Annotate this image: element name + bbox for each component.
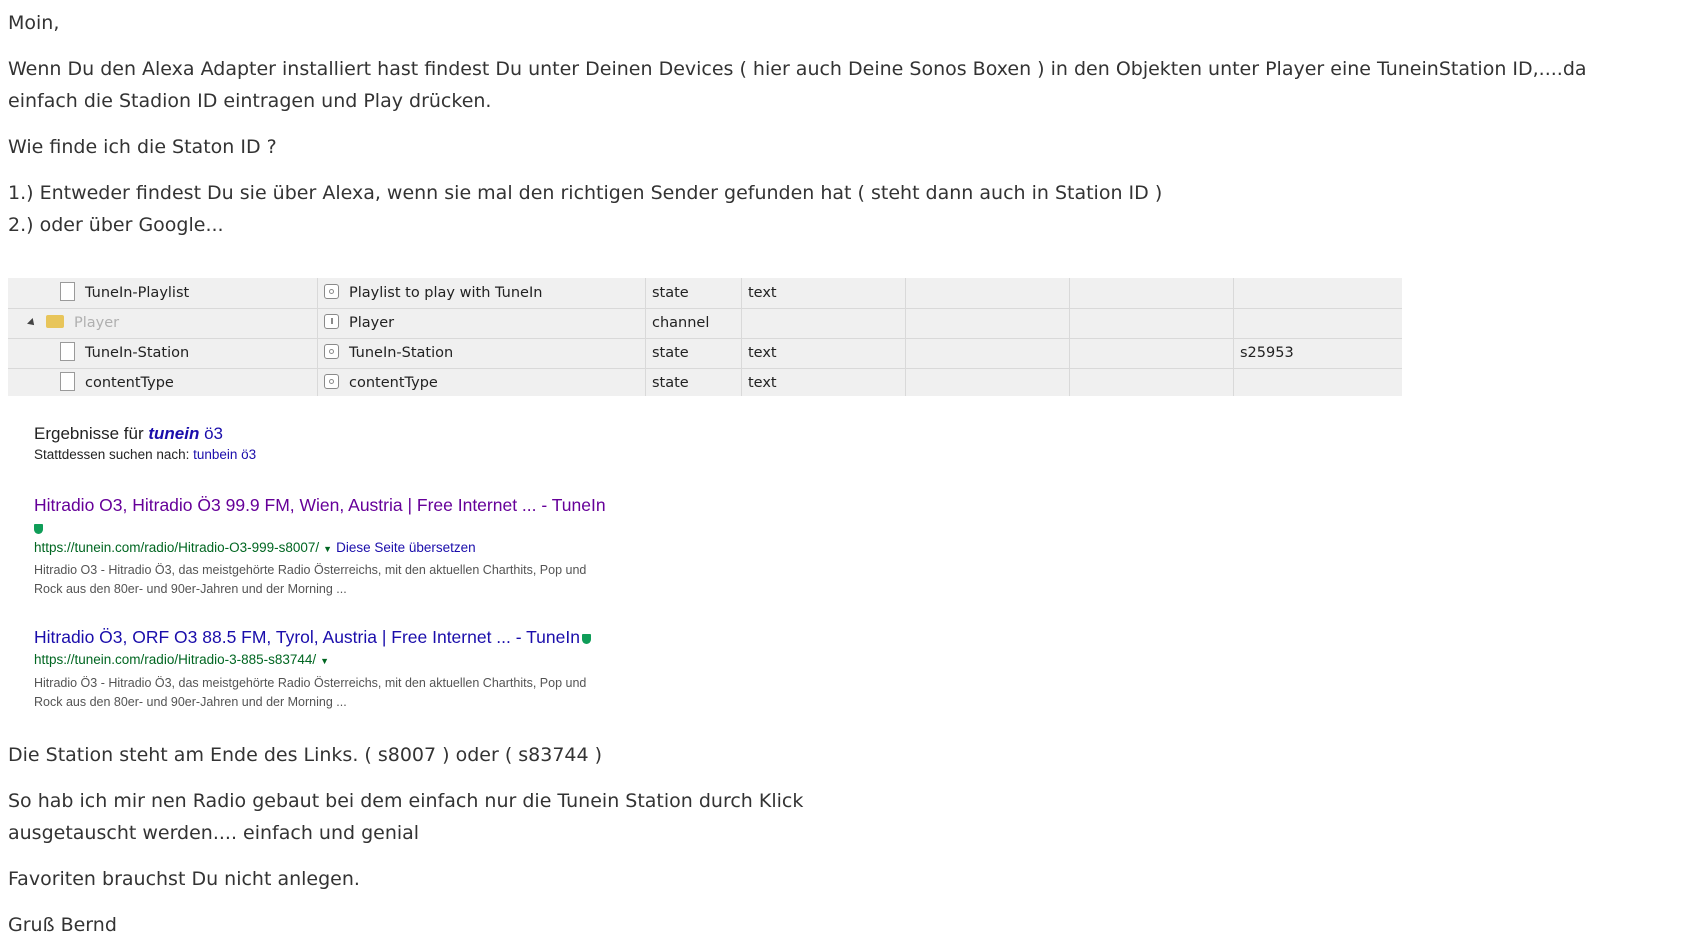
state-icon — [324, 283, 339, 299]
option1-text: 1.) Entweder findest Du sie über Alexa, … — [8, 182, 1163, 204]
greeting-text: Moin, — [8, 12, 60, 34]
file-icon — [60, 371, 75, 391]
radio-text-line2: ausgetauscht werden.... einfach und geni… — [8, 822, 420, 844]
object-role — [742, 308, 906, 338]
signature-text: Gruß Bernd — [8, 914, 117, 936]
object-row-player: Player Player channel — [8, 308, 1402, 339]
google-results-screenshot: Ergebnisse für tunein ö3 Stattdessen suc… — [34, 418, 674, 718]
result-snippet-line2: Rock aus den 80er- und 90er-Jahren und d… — [34, 582, 347, 596]
folder-icon — [46, 314, 64, 328]
object-role: text — [742, 278, 906, 308]
object-name: contentType — [85, 375, 174, 391]
expand-arrow-icon — [27, 318, 37, 328]
translate-page-link[interactable]: Diese Seite übersetzen — [336, 540, 476, 555]
state-icon — [324, 373, 339, 389]
state-icon — [324, 343, 339, 359]
file-icon — [60, 341, 75, 361]
object-type: state — [646, 368, 742, 396]
query-corrected[interactable]: tunein — [148, 424, 199, 443]
question-text: Wie finde ich die Staton ID ? — [8, 136, 277, 158]
object-tree-screenshot: TuneIn-Playlist Playlist to play with Tu… — [8, 278, 1402, 396]
object-type: channel — [646, 308, 742, 338]
object-label: Playlist to play with TuneIn — [349, 285, 543, 301]
object-value — [1234, 278, 1402, 308]
object-name: TuneIn-Playlist — [85, 285, 190, 301]
object-row-tunein-playlist: TuneIn-Playlist Playlist to play with Tu… — [8, 278, 1402, 309]
option2-text: 2.) oder über Google... — [8, 214, 224, 236]
search-instead-line: Stattdessen suchen nach: tunbein ö3 — [34, 447, 257, 462]
link-note-text: Die Station steht am Ende des Links. ( s… — [8, 744, 603, 766]
intro-text-line1: Wenn Du den Alexa Adapter installiert ha… — [8, 58, 1587, 80]
result-title-link[interactable]: Hitradio Ö3, ORF O3 88.5 FM, Tyrol, Aust… — [34, 627, 580, 647]
result-title-link[interactable]: Hitradio O3, Hitradio Ö3 99.9 FM, Wien, … — [34, 495, 606, 516]
search-instead-link[interactable]: tunbein ö3 — [193, 447, 256, 462]
object-row-tunein-station: TuneIn-Station TuneIn-Station state text… — [8, 338, 1402, 369]
object-value: s25953 — [1240, 345, 1294, 361]
result-snippet-line2: Rock aus den 80er- und 90er-Jahren und d… — [34, 695, 347, 709]
verified-shield-icon — [34, 523, 43, 534]
object-label: Player — [349, 315, 395, 331]
forum-post: Moin, Wenn Du den Alexa Adapter installi… — [0, 0, 1696, 949]
object-type: state — [646, 338, 742, 368]
object-name: TuneIn-Station — [85, 345, 190, 361]
url-dropdown-arrow-icon[interactable]: ▼ — [320, 656, 329, 666]
file-icon — [60, 281, 75, 301]
object-label: TuneIn-Station — [349, 345, 454, 361]
object-value — [1234, 308, 1402, 338]
object-type: state — [646, 278, 742, 308]
channel-icon — [324, 313, 339, 329]
radio-text-line1: So hab ich mir nen Radio gebaut bei dem … — [8, 790, 804, 812]
url-dropdown-arrow-icon[interactable]: ▼ — [323, 544, 332, 554]
object-row-contenttype: contentType contentType state text — [8, 368, 1402, 396]
object-role: text — [742, 368, 906, 396]
object-value — [1234, 368, 1402, 396]
result-snippet-line1: Hitradio O3 - Hitradio Ö3, das meistgehö… — [34, 563, 587, 577]
favorites-text: Favoriten brauchst Du nicht anlegen. — [8, 868, 360, 890]
result-url: https://tunein.com/radio/Hitradio-O3-999… — [34, 540, 476, 555]
result-snippet-line1: Hitradio Ö3 - Hitradio Ö3, das meistgehö… — [34, 676, 587, 690]
object-name: Player — [74, 315, 120, 331]
intro-text-line2: einfach die Stadion ID eintragen und Pla… — [8, 90, 492, 112]
results-for-heading: Ergebnisse für tunein ö3 — [34, 424, 224, 443]
verified-shield-icon — [581, 633, 591, 644]
object-role: text — [742, 338, 906, 368]
object-label: contentType — [349, 375, 438, 391]
result-url: https://tunein.com/radio/Hitradio-3-885-… — [34, 652, 330, 667]
